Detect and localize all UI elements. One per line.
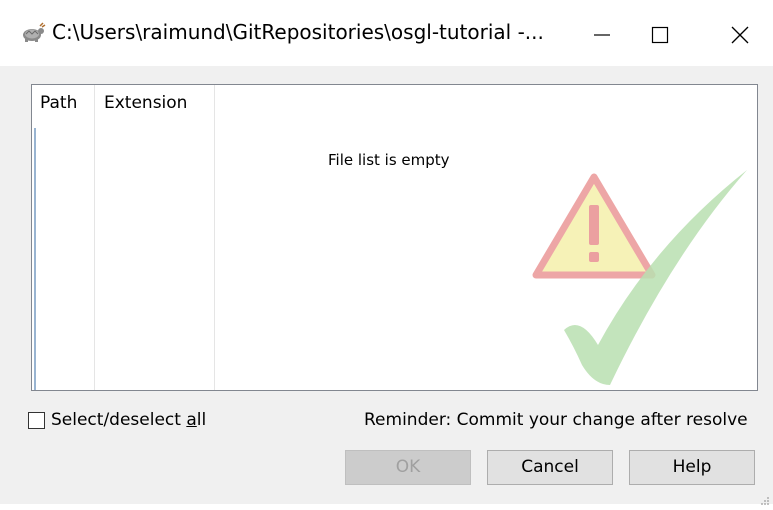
window-title: C:\Users\raimund\GitRepositories\osgl-tu…: [52, 20, 544, 44]
select-all-label-suffix: ll: [196, 410, 207, 430]
warning-check-watermark-icon: [502, 135, 752, 390]
title-bar[interactable]: C:\Users\raimund\GitRepositories\osgl-tu…: [0, 0, 773, 66]
column-separator[interactable]: [94, 85, 95, 390]
cancel-button[interactable]: Cancel: [487, 450, 613, 485]
select-all-accelerator: a: [186, 410, 197, 430]
tortoisegit-icon: [20, 22, 46, 44]
column-header-path[interactable]: Path: [40, 93, 77, 113]
close-button[interactable]: [707, 0, 773, 66]
select-all-checkbox[interactable]: [28, 412, 45, 429]
ok-button[interactable]: OK: [345, 450, 471, 485]
select-all-label[interactable]: Select/deselect all: [51, 410, 206, 430]
empty-list-message: File list is empty: [328, 151, 450, 169]
column-header-extension[interactable]: Extension: [104, 93, 187, 113]
select-all-label-text: Select/deselect: [51, 410, 187, 430]
dialog-window: C:\Users\raimund\GitRepositories\osgl-tu…: [0, 0, 773, 505]
help-button[interactable]: Help: [629, 450, 755, 485]
list-focus-line: [34, 128, 36, 390]
resize-grip-icon[interactable]: [760, 491, 770, 505]
file-list[interactable]: Path Extension File list is empty: [31, 84, 758, 391]
minimize-button[interactable]: [568, 0, 634, 66]
reminder-text: Reminder: Commit your change after resol…: [364, 410, 748, 430]
column-separator[interactable]: [214, 85, 215, 390]
maximize-button[interactable]: [626, 0, 692, 66]
